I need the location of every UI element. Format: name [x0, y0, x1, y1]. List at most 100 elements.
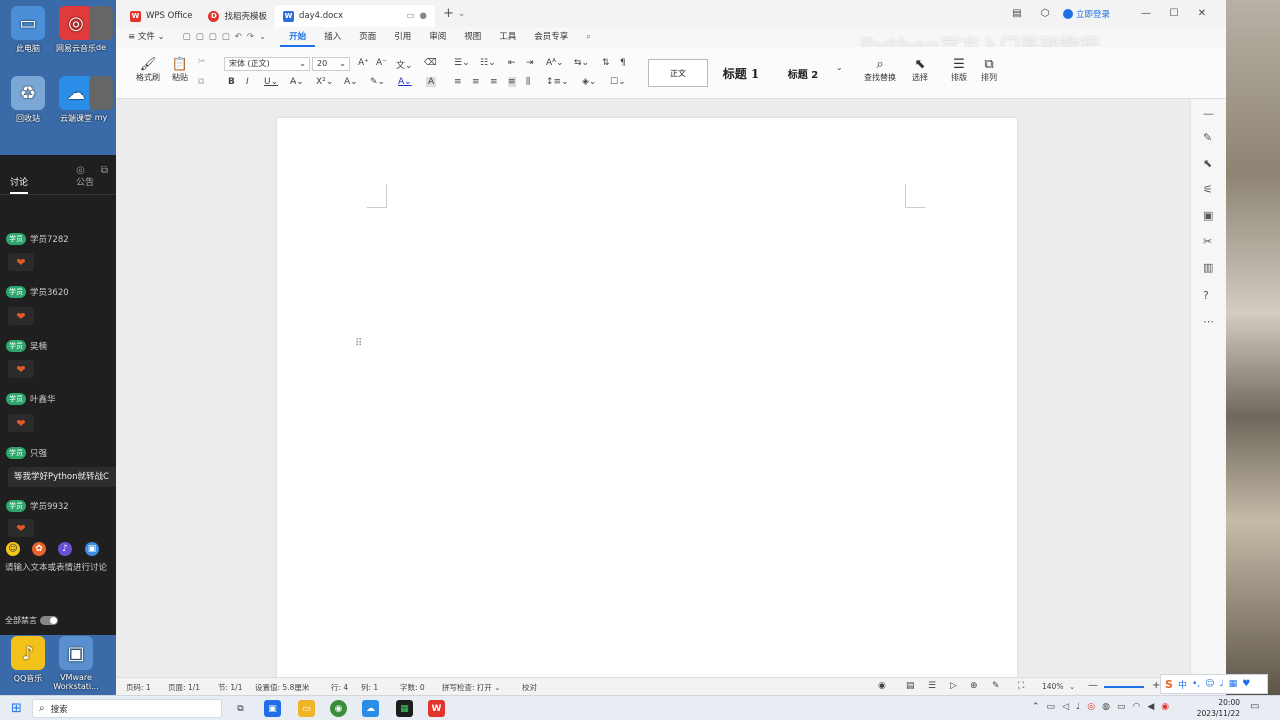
- font-family-select[interactable]: 宋体 (正文) ⌄: [224, 57, 310, 71]
- distribute-icon[interactable]: ⫼: [526, 77, 530, 87]
- mic-icon[interactable]: ♩: [1076, 702, 1080, 712]
- login-button[interactable]: 立即登录: [1062, 8, 1110, 20]
- ime-mode[interactable]: 中: [1178, 678, 1187, 691]
- tab-template[interactable]: D 找稻壳模板: [200, 5, 275, 27]
- menu-tools[interactable]: 工具: [490, 27, 525, 47]
- app-tray-icon[interactable]: ◍: [1102, 702, 1110, 712]
- find-replace-button[interactable]: ⌕ 查找替换: [858, 57, 902, 83]
- collapse-icon[interactable]: —: [1203, 107, 1214, 120]
- paste-button[interactable]: 📋 粘贴: [168, 57, 192, 83]
- web-view-icon[interactable]: ⊕: [970, 681, 978, 691]
- layout-icon[interactable]: ▤: [1007, 8, 1027, 19]
- pen-icon[interactable]: ✎: [1203, 131, 1212, 144]
- netease-tray-icon[interactable]: ◎: [1087, 702, 1095, 712]
- camera-icon[interactable]: ▭: [1047, 702, 1056, 712]
- style-heading-1[interactable]: 标题 1: [712, 59, 770, 87]
- menu-member[interactable]: 会员专享: [525, 27, 577, 47]
- layout-button[interactable]: ☰ 排版: [946, 57, 972, 83]
- notification-icon[interactable]: ▭: [1250, 701, 1259, 712]
- menu-file[interactable]: ≡ 文件 ⌄: [116, 27, 174, 47]
- wifi-icon[interactable]: ◠: [1132, 702, 1140, 712]
- more-icon[interactable]: ⋯: [1203, 315, 1214, 328]
- desktop-icon-app[interactable]: my: [86, 76, 116, 122]
- text-direction-icon[interactable]: ⇆⌄: [574, 58, 589, 68]
- eye-icon[interactable]: ◉: [878, 681, 886, 691]
- align-left-icon[interactable]: ≡: [454, 77, 462, 87]
- taskbar-search[interactable]: ⌕ 搜索: [32, 699, 222, 718]
- tab-wps-office[interactable]: W WPS Office: [122, 5, 200, 27]
- emoji-icon[interactable]: ☺: [1205, 679, 1214, 689]
- tools-icon[interactable]: ✂: [1203, 235, 1212, 248]
- chevron-down-icon[interactable]: ⌄: [458, 9, 466, 19]
- select-button[interactable]: ⬉ 选择: [904, 57, 936, 83]
- spell-check[interactable]: 拼写检查: 打开 ⌄: [442, 682, 501, 693]
- book-icon[interactable]: ▥: [1203, 261, 1213, 274]
- store-icon[interactable]: ▣: [264, 700, 281, 717]
- grow-font-icon[interactable]: A⁺: [358, 58, 369, 68]
- shading-icon[interactable]: ◈⌄: [582, 77, 596, 87]
- skin-icon[interactable]: ♥: [1242, 679, 1250, 689]
- justify-icon[interactable]: ≡: [508, 77, 516, 87]
- help-icon[interactable]: ?: [1203, 289, 1209, 302]
- word-count[interactable]: 字数: 0: [400, 682, 425, 693]
- menu-view[interactable]: 视图: [455, 27, 490, 47]
- close-icon[interactable]: ✕: [1192, 8, 1212, 19]
- decrease-indent-icon[interactable]: ⇤: [508, 58, 516, 68]
- case-icon[interactable]: Aᴬ⌄: [546, 58, 564, 68]
- windows-start-icon[interactable]: ⊞: [8, 700, 25, 717]
- search-icon[interactable]: ⌕: [577, 27, 600, 47]
- popout-icon[interactable]: ⧉: [101, 165, 108, 176]
- settings-icon[interactable]: ◎: [76, 165, 85, 176]
- clear-format-icon[interactable]: ⌫: [424, 58, 437, 68]
- align-right-icon[interactable]: ≡: [490, 77, 498, 87]
- show-marks-icon[interactable]: ¶: [620, 58, 626, 68]
- setting-value[interactable]: 设置值: 5.8厘米: [255, 682, 309, 693]
- zoom-out-icon[interactable]: —: [1088, 680, 1098, 691]
- tab-document[interactable]: W day4.docx ▭ ●: [274, 5, 435, 27]
- numbering-icon[interactable]: ☷⌄: [480, 58, 496, 68]
- superscript-icon[interactable]: X²⌄: [316, 77, 333, 87]
- desktop-icon-vmware[interactable]: ▣ VMware Workstati...: [48, 636, 104, 691]
- adjust-icon[interactable]: ⚟: [1203, 183, 1213, 196]
- char-shading-icon[interactable]: A: [426, 77, 437, 87]
- chat-input[interactable]: 请输入文本或表情进行讨论: [5, 561, 115, 573]
- line-spacing-icon[interactable]: ↕≡⌄: [546, 77, 569, 87]
- pycharm-icon[interactable]: ▦: [396, 700, 413, 717]
- zoom-slider[interactable]: [1104, 686, 1144, 688]
- arrange-button[interactable]: ⧉ 排列: [976, 57, 1002, 83]
- strikethrough-icon[interactable]: A̶⌄: [290, 77, 304, 87]
- mic-icon[interactable]: ♩: [1220, 679, 1224, 689]
- select-icon[interactable]: ⬉: [1203, 157, 1212, 170]
- quick-access-toolbar[interactable]: ▢▢▢▢↶↷⌄: [174, 27, 281, 47]
- chevron-up-icon[interactable]: ⌃: [1032, 702, 1040, 712]
- cloud-class-taskbar-icon[interactable]: ☁: [362, 700, 379, 717]
- gift-button-icon[interactable]: ✿: [32, 542, 46, 556]
- tab-discussion[interactable]: 讨论: [10, 175, 29, 194]
- proofread[interactable]: 校对: [522, 682, 537, 693]
- styles-expand-icon[interactable]: ⌄: [836, 63, 843, 72]
- file-explorer-icon[interactable]: ▭: [298, 700, 315, 717]
- tab-announcement[interactable]: 公告: [76, 175, 94, 194]
- ime-toolbar[interactable]: S 中 •, ☺ ♩ ▦ ♥: [1160, 674, 1268, 694]
- fit-icon[interactable]: ⛶: [1018, 681, 1024, 691]
- toggle-switch[interactable]: [40, 616, 58, 625]
- italic-icon[interactable]: I: [246, 77, 249, 87]
- border-icon[interactable]: ☐⌄: [610, 77, 626, 87]
- minimize-icon[interactable]: —: [1136, 8, 1156, 19]
- image-edit-icon[interactable]: ▣: [1203, 209, 1213, 222]
- maximize-icon[interactable]: ☐: [1164, 8, 1184, 19]
- keyboard-icon[interactable]: ▦: [1229, 679, 1238, 689]
- task-view-icon[interactable]: ⧉: [232, 700, 249, 717]
- cube-icon[interactable]: ⬡: [1035, 8, 1055, 19]
- copy-icon[interactable]: ⧉: [198, 77, 204, 87]
- page-view-icon[interactable]: ▤: [906, 681, 915, 691]
- menu-home[interactable]: 开始: [280, 27, 316, 47]
- increase-indent-icon[interactable]: ⇥: [526, 58, 534, 68]
- outline-view-icon[interactable]: ☰: [928, 681, 936, 691]
- align-center-icon[interactable]: ≡: [472, 77, 480, 87]
- style-normal[interactable]: 正文: [648, 59, 708, 87]
- chrome-icon[interactable]: ◉: [330, 700, 347, 717]
- clock[interactable]: 20:00 2023/11/22: [1188, 697, 1240, 719]
- speaker-icon[interactable]: ◁: [1062, 702, 1069, 712]
- play-icon[interactable]: ▷: [950, 681, 957, 691]
